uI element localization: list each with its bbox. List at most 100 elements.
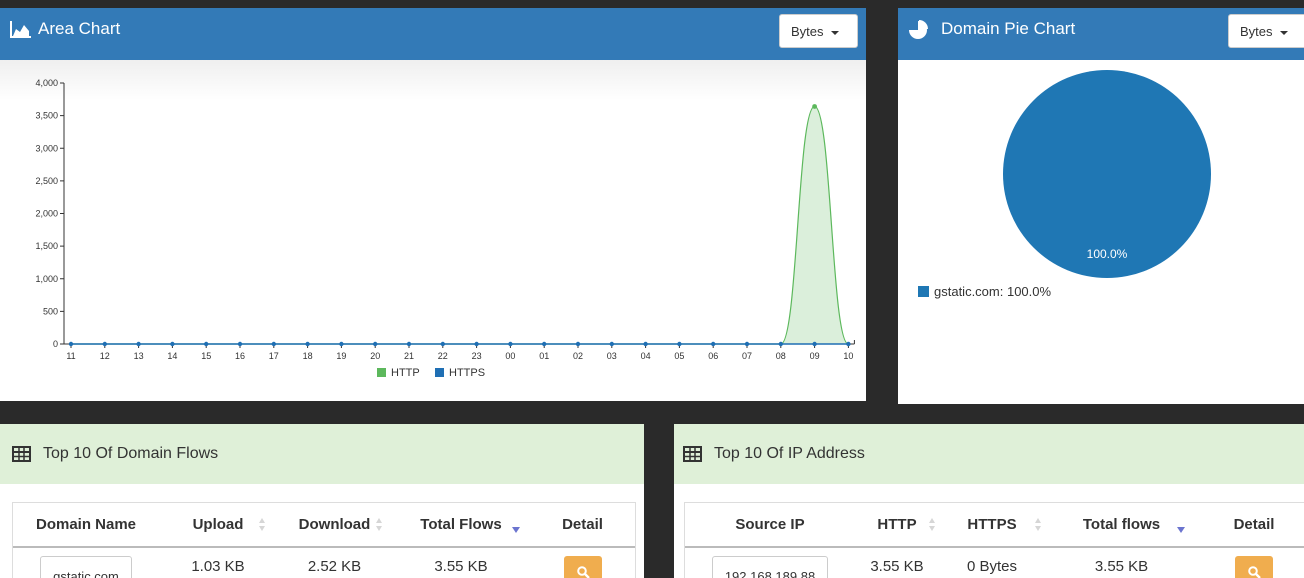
- pie-chart-header: Domain Pie Chart Bytes: [898, 8, 1304, 60]
- ip-address-header: Top 10 Of IP Address: [674, 424, 1304, 484]
- col-total-flows-ip-label: Total flows: [1082, 516, 1161, 533]
- y-tick-label: 500: [43, 306, 58, 316]
- x-tick-label: 09: [810, 351, 820, 361]
- cell-detail-ip: [1198, 547, 1304, 578]
- series-https-point: [609, 341, 614, 347]
- series-https-point: [846, 341, 851, 347]
- y-tick-label: 3,500: [35, 111, 58, 121]
- domain-name-pill[interactable]: gstatic.com: [40, 556, 132, 578]
- series-https-point: [542, 341, 547, 347]
- x-tick-label: 23: [472, 351, 482, 361]
- cell-source-ip: 192.168.189.88: [685, 547, 855, 578]
- y-tick-label: 4,000: [35, 78, 58, 88]
- cell-https: 0 Bytes: [966, 558, 1018, 575]
- table-icon: [12, 446, 31, 462]
- x-tick-label: 03: [607, 351, 617, 361]
- legend-http: HTTP: [377, 367, 420, 379]
- col-upload-label: Upload: [192, 516, 244, 533]
- cell-domain: gstatic.com: [13, 547, 159, 578]
- series-https-point: [271, 341, 276, 347]
- area-chart-title: Area Chart: [38, 19, 121, 38]
- area-unit-dropdown[interactable]: Bytes: [779, 14, 858, 48]
- series-https-point: [136, 341, 141, 347]
- domain-flows-header: Top 10 Of Domain Flows: [0, 424, 644, 484]
- detail-button[interactable]: [1235, 556, 1273, 578]
- search-icon: [576, 566, 590, 578]
- series-https-point: [237, 341, 243, 347]
- cell-total: 3.55 KB: [434, 558, 488, 575]
- series-http-area: [71, 106, 849, 344]
- pie-slice-label: 100.0%: [1087, 247, 1128, 261]
- sort-icon: [929, 518, 935, 532]
- x-tick-label: 13: [134, 351, 144, 361]
- x-tick-label: 14: [167, 351, 177, 361]
- col-http[interactable]: HTTP: [855, 503, 939, 548]
- legend-https-label: HTTPS: [449, 367, 486, 379]
- source-ip-pill[interactable]: 192.168.189.88: [711, 556, 829, 578]
- series-https-point: [575, 341, 581, 347]
- col-source-ip-label: Source IP: [735, 516, 805, 533]
- y-tick-label: 1,000: [35, 274, 58, 284]
- pie-unit-label: Bytes: [1240, 24, 1273, 39]
- x-tick-label: 17: [269, 351, 279, 361]
- col-detail-label: Detail: [562, 516, 603, 533]
- series-https-point: [677, 341, 682, 347]
- series-https-point: [170, 341, 175, 347]
- table-icon: [683, 446, 702, 462]
- col-upload[interactable]: Upload: [159, 503, 277, 548]
- col-https-label: HTTPS: [967, 516, 1017, 533]
- cell-http: 3.55 KB: [870, 558, 924, 575]
- x-tick-label: 16: [235, 351, 245, 361]
- x-tick-label: 22: [438, 351, 448, 361]
- col-total-flows[interactable]: Total Flows: [392, 503, 530, 548]
- pie-chart: 100.0%: [1003, 70, 1211, 278]
- pie-chart-title: Domain Pie Chart: [941, 19, 1076, 38]
- series-https-point: [711, 341, 716, 347]
- x-tick-label: 02: [573, 351, 583, 361]
- x-tick-label: 07: [742, 351, 752, 361]
- x-tick-label: 06: [708, 351, 718, 361]
- series-https-point: [204, 341, 209, 347]
- search-icon: [1248, 566, 1261, 578]
- series-https-point: [440, 341, 445, 347]
- series-http-line: [71, 105, 849, 345]
- series-https-point: [508, 341, 513, 347]
- cell-total-ip: 3.55 KB: [1094, 558, 1149, 575]
- series-https-point: [643, 341, 648, 347]
- caret-down-icon: [1279, 30, 1288, 35]
- detail-button[interactable]: [563, 556, 602, 578]
- y-tick-label: 2,000: [35, 209, 58, 219]
- cell-upload: 1.03 KB: [191, 558, 245, 575]
- series-https-point: [406, 341, 412, 347]
- table-row: 192.168.189.88 3.55 KB 0 Bytes 3.55 KB: [685, 547, 1304, 578]
- x-tick-label: 20: [370, 351, 380, 361]
- caret-down-icon: [830, 30, 839, 35]
- domain-flows-panel: Top 10 Of Domain Flows Domain Name Uploa…: [0, 424, 644, 578]
- sort-icon: [376, 518, 382, 532]
- pie-unit-dropdown[interactable]: Bytes: [1228, 14, 1304, 48]
- x-tick-label: 10: [843, 351, 853, 361]
- domain-flows-table: Domain Name Upload Download Total Flows …: [13, 503, 635, 578]
- legend-https: HTTPS: [435, 367, 485, 379]
- ip-address-table: Source IP HTTP HTTPS Total flows Detail …: [685, 503, 1304, 578]
- cell-detail: [530, 547, 635, 578]
- x-tick-label: 00: [505, 351, 515, 361]
- sort-desc-icon: [1177, 527, 1185, 533]
- col-https[interactable]: HTTPS: [939, 503, 1045, 548]
- x-tick-label: 18: [303, 351, 313, 361]
- area-chart: 05001,0001,5002,0002,5003,0003,5004,0001…: [35, 78, 855, 361]
- col-download[interactable]: Download: [277, 503, 392, 548]
- col-detail-ip: Detail: [1198, 503, 1304, 548]
- col-domain-name[interactable]: Domain Name: [13, 503, 159, 548]
- pie-chart-panel: Domain Pie Chart Bytes 100.0% gstatic.co…: [898, 8, 1304, 404]
- col-source-ip[interactable]: Source IP: [685, 503, 855, 548]
- area-chart-header: Area Chart Bytes: [0, 8, 866, 60]
- col-domain-name-label: Domain Name: [35, 516, 137, 533]
- ip-address-title: Top 10 Of IP Address: [714, 445, 865, 462]
- x-tick-label: 21: [404, 351, 414, 361]
- ip-address-panel: Top 10 Of IP Address Source IP HTTP HTTP…: [674, 424, 1304, 578]
- pie-legend-label: gstatic.com: 100.0%: [934, 284, 1052, 299]
- series-http-point: [812, 104, 817, 109]
- table-row: gstatic.com 1.03 KB 2.52 KB 3.55 KB: [13, 547, 635, 578]
- col-total-flows-ip[interactable]: Total flows: [1045, 503, 1198, 548]
